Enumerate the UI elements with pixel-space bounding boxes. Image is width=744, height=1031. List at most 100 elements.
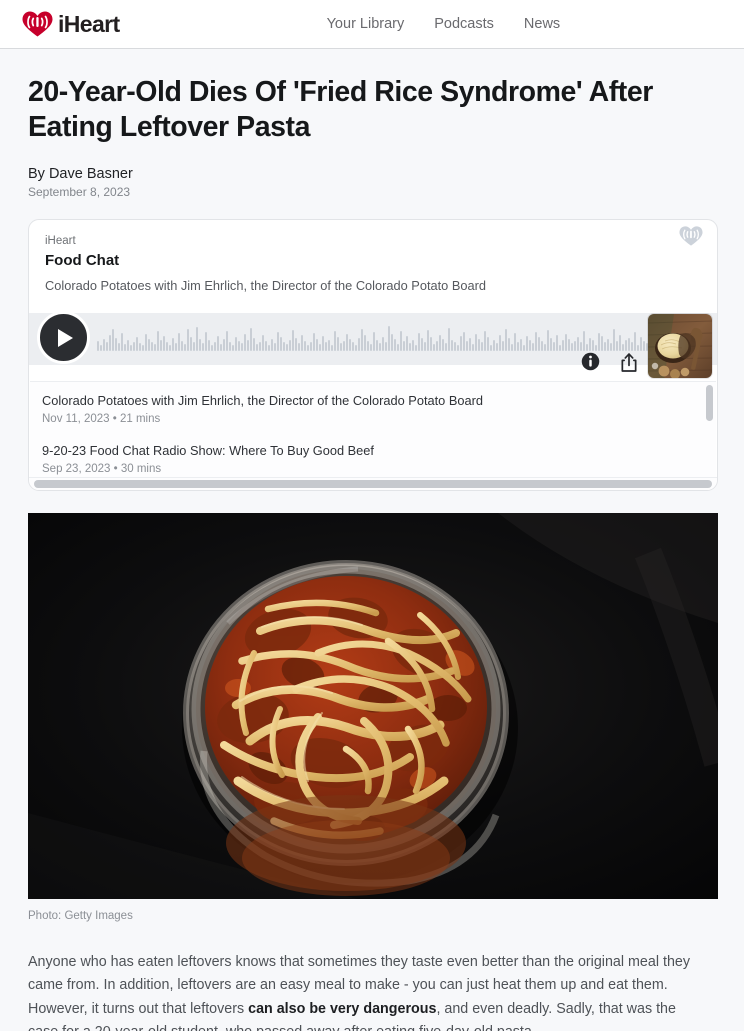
waveform-bar	[196, 327, 198, 352]
waveform-bar	[169, 345, 171, 352]
waveform-bar	[142, 345, 144, 352]
waveform-bar	[610, 343, 612, 352]
iheart-logo-link[interactable]: iHeart	[22, 11, 120, 37]
waveform-bar	[376, 340, 378, 352]
article-hero-figure: Photo: Getty Images	[28, 513, 718, 924]
waveform-bar	[631, 342, 633, 352]
list-item[interactable]: Colorado Potatoes with Jim Ehrlich, the …	[30, 382, 716, 428]
waveform-bar	[568, 339, 570, 352]
waveform-bar	[127, 340, 129, 352]
waveform-bar	[232, 345, 234, 352]
waveform-bar	[460, 336, 462, 352]
byline-date: September 8, 2023	[28, 185, 131, 200]
hero-image-caption: Photo: Getty Images	[28, 910, 133, 923]
waveform-bar	[193, 342, 195, 352]
waveform-bar	[448, 328, 450, 352]
nav-news[interactable]: News	[524, 17, 560, 32]
waveform-bar	[403, 341, 405, 352]
waveform-bar	[124, 344, 126, 352]
hero-image-leftover-pasta	[28, 513, 718, 900]
waveform-bar	[334, 331, 336, 352]
episode-meta: Nov 11, 2023 • 21 mins	[42, 413, 161, 426]
share-icon[interactable]	[620, 352, 639, 373]
podcast-episode-thumbnail[interactable]	[647, 313, 713, 380]
podcast-action-buttons	[581, 352, 639, 373]
list-item[interactable]: 9-20-23 Food Chat Radio Show: Where To B…	[30, 428, 716, 477]
waveform-bar	[250, 328, 252, 352]
waveform-bar	[136, 337, 138, 352]
waveform-bar	[181, 341, 183, 352]
waveform-bar	[472, 344, 474, 352]
iheart-heart-icon	[22, 11, 53, 37]
waveform-bar	[190, 337, 192, 352]
episode-title: 9-20-23 Food Chat Radio Show: Where To B…	[42, 443, 374, 458]
waveform-bar	[172, 338, 174, 352]
waveform-bar	[205, 332, 207, 352]
waveform-bar	[601, 336, 603, 352]
waveform-bar	[523, 345, 525, 352]
waveform-bar	[574, 341, 576, 352]
waveform-bar	[490, 345, 492, 352]
waveform-bar	[262, 335, 264, 352]
waveform-bar	[466, 341, 468, 352]
waveform-bar	[508, 338, 510, 352]
nav-your-library[interactable]: Your Library	[327, 17, 405, 32]
scrollbar-thumb[interactable]	[706, 385, 713, 422]
waveform-bar	[535, 332, 537, 352]
waveform-bar	[556, 335, 558, 352]
podcast-card-horizontal-scrollbar[interactable]	[29, 477, 717, 491]
waveform-bar	[271, 339, 273, 352]
podcast-episode-list[interactable]: Colorado Potatoes with Jim Ehrlich, the …	[30, 381, 716, 478]
waveform-bar	[364, 335, 366, 352]
waveform-bar	[115, 338, 117, 352]
waveform-bar	[640, 337, 642, 352]
waveform-bar	[160, 340, 162, 352]
waveform-bar	[439, 335, 441, 352]
nav-podcasts[interactable]: Podcasts	[434, 17, 494, 32]
waveform-bar	[130, 345, 132, 352]
waveform-bar	[526, 336, 528, 352]
waveform-bar	[481, 342, 483, 352]
waveform-bar	[514, 333, 516, 352]
waveform-bar	[382, 337, 384, 352]
waveform-bar	[493, 340, 495, 352]
waveform-bar	[229, 342, 231, 352]
body-text-emphasis: can also be very dangerous	[248, 1000, 437, 1017]
waveform-bar	[424, 342, 426, 352]
play-button[interactable]	[37, 311, 90, 365]
waveform-bar	[214, 342, 216, 352]
waveform-bar	[445, 343, 447, 352]
waveform-bar	[352, 342, 354, 352]
article-container: 20-Year-Old Dies Of 'Fried Rice Syndrome…	[0, 49, 744, 1031]
waveform-bar	[538, 337, 540, 352]
waveform-bar	[586, 344, 588, 352]
waveform-bar	[589, 338, 591, 352]
waveform-bar	[643, 341, 645, 352]
waveform-bar	[388, 326, 390, 352]
waveform-bar	[406, 336, 408, 352]
waveform-bar	[202, 343, 204, 352]
waveform-bar	[208, 340, 210, 352]
waveform-bar	[112, 329, 114, 352]
waveform-bar	[358, 338, 360, 352]
waveform-bar	[391, 334, 393, 352]
scrollbar-thumb[interactable]	[34, 480, 712, 489]
waveform-bar	[103, 339, 105, 352]
waveform-bar	[307, 345, 309, 352]
info-icon[interactable]	[581, 352, 600, 373]
waveform-bar	[562, 340, 564, 352]
waveform-bar	[463, 332, 465, 352]
waveform-bar	[316, 339, 318, 352]
waveform-bar	[583, 331, 585, 352]
waveform-bar	[166, 342, 168, 352]
waveform-bar	[310, 342, 312, 352]
waveform-bar	[544, 344, 546, 352]
waveform-bar	[433, 344, 435, 352]
waveform-bar	[529, 340, 531, 352]
waveform-bar	[625, 340, 627, 352]
episode-list-vertical-scrollbar[interactable]	[706, 382, 713, 477]
waveform-bar	[415, 345, 417, 352]
play-icon	[58, 328, 73, 347]
waveform-bar	[235, 337, 237, 352]
waveform-bar	[313, 333, 315, 352]
